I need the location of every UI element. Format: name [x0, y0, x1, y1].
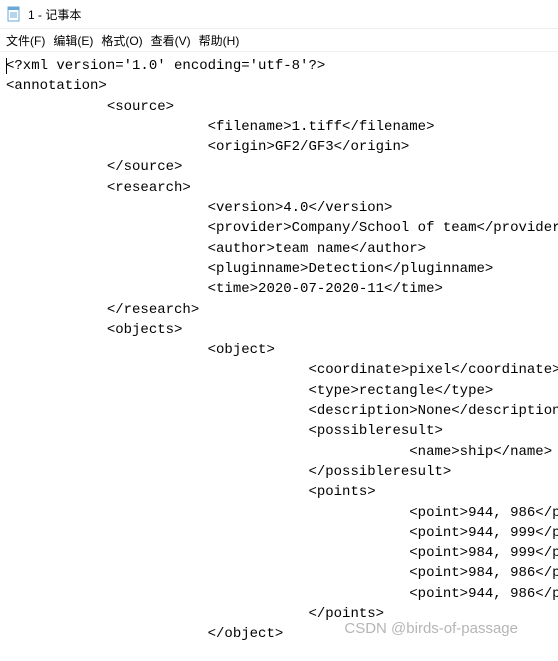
- line-26: <point>984, 986</point>: [6, 565, 558, 581]
- line-4: <filename>1.tiff</filename>: [6, 119, 434, 135]
- menu-view[interactable]: 查看(V): [151, 32, 191, 49]
- menu-help[interactable]: 帮助(H): [199, 32, 240, 49]
- line-27: <point>944, 986</point>: [6, 586, 558, 602]
- line-20: <name>ship</name>: [6, 444, 552, 460]
- menu-edit[interactable]: 编辑(E): [53, 32, 93, 49]
- line-5: <origin>GF2/GF3</origin>: [6, 139, 409, 155]
- line-12: <time>2020-07-2020-11</time>: [6, 281, 443, 297]
- line-8: <version>4.0</version>: [6, 200, 392, 216]
- line-22: <points>: [6, 484, 376, 500]
- menu-bar: 文件(F) 编辑(E) 格式(O) 查看(V) 帮助(H): [0, 29, 558, 52]
- notepad-icon: [6, 6, 22, 22]
- window-title: 1 - 记事本: [28, 6, 81, 23]
- line-13: </research>: [6, 302, 199, 318]
- line-10: <author>team name</author>: [6, 241, 426, 257]
- line-7: <research>: [6, 180, 191, 196]
- line-29: </object>: [6, 626, 283, 642]
- line-15: <object>: [6, 342, 275, 358]
- line-24: <point>944, 999</point>: [6, 525, 558, 541]
- line-3: <source>: [6, 99, 174, 115]
- line-17: <type>rectangle</type>: [6, 383, 493, 399]
- line-28: </points>: [6, 606, 384, 622]
- line-25: <point>984, 999</point>: [6, 545, 558, 561]
- line-14: <objects>: [6, 322, 182, 338]
- line-9: <provider>Company/School of team</provid…: [6, 220, 558, 236]
- menu-file[interactable]: 文件(F): [6, 32, 45, 49]
- line-19: <possibleresult>: [6, 423, 443, 439]
- line-6: </source>: [6, 159, 182, 175]
- line-18: <description>None</description>: [6, 403, 558, 419]
- text-area[interactable]: <?xml version='1.0' encoding='utf-8'?> <…: [0, 52, 558, 649]
- title-bar: 1 - 记事本: [0, 0, 558, 29]
- menu-format[interactable]: 格式(O): [101, 32, 142, 49]
- line-11: <pluginname>Detection</pluginname>: [6, 261, 493, 277]
- line-2: <annotation>: [6, 78, 107, 94]
- line-1: <?xml version='1.0' encoding='utf-8'?>: [6, 58, 325, 74]
- line-23: <point>944, 986</point>: [6, 505, 558, 521]
- line-16: <coordinate>pixel</coordinate>: [6, 362, 558, 378]
- line-21: </possibleresult>: [6, 464, 451, 480]
